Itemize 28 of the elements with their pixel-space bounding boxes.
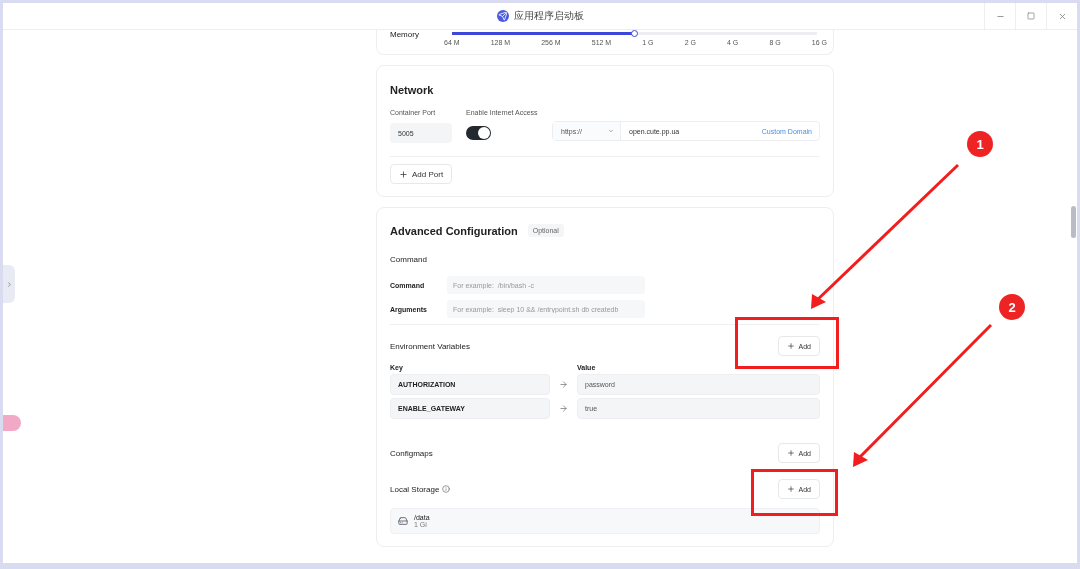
add-port-button[interactable]: Add Port (390, 164, 453, 184)
subsection-title: Environment Variables (390, 341, 470, 351)
chevron-right-icon (5, 280, 13, 288)
memory-slider[interactable] (452, 32, 817, 35)
floating-badge[interactable] (3, 415, 21, 431)
window-title: 应用程序启动板 (513, 9, 584, 23)
plus-icon (786, 342, 795, 350)
scrollbar-thumb[interactable] (1071, 206, 1076, 238)
info-icon[interactable] (442, 485, 451, 493)
chevron-down-icon (608, 128, 614, 134)
plus-icon (786, 485, 795, 493)
internet-toggle[interactable] (466, 126, 491, 140)
section-title: Network (390, 84, 434, 96)
step-number: 2 (999, 294, 1025, 320)
section-title: Advanced Configuration (390, 224, 518, 237)
arrow-icon (559, 380, 568, 389)
subsection-title: Configmaps (390, 448, 433, 458)
restore-icon (1027, 12, 1035, 20)
sidebar-toggle[interactable] (3, 265, 15, 303)
drive-icon (398, 516, 408, 526)
memory-label: Memory (390, 30, 420, 39)
plus-icon (786, 449, 795, 457)
step-number: 1 (967, 131, 993, 157)
subsection-title: Command (390, 255, 428, 264)
subsection-title: Local Storage (390, 484, 440, 494)
arrow-icon (559, 404, 568, 413)
close-icon (1057, 11, 1067, 21)
plus-icon (399, 169, 408, 179)
